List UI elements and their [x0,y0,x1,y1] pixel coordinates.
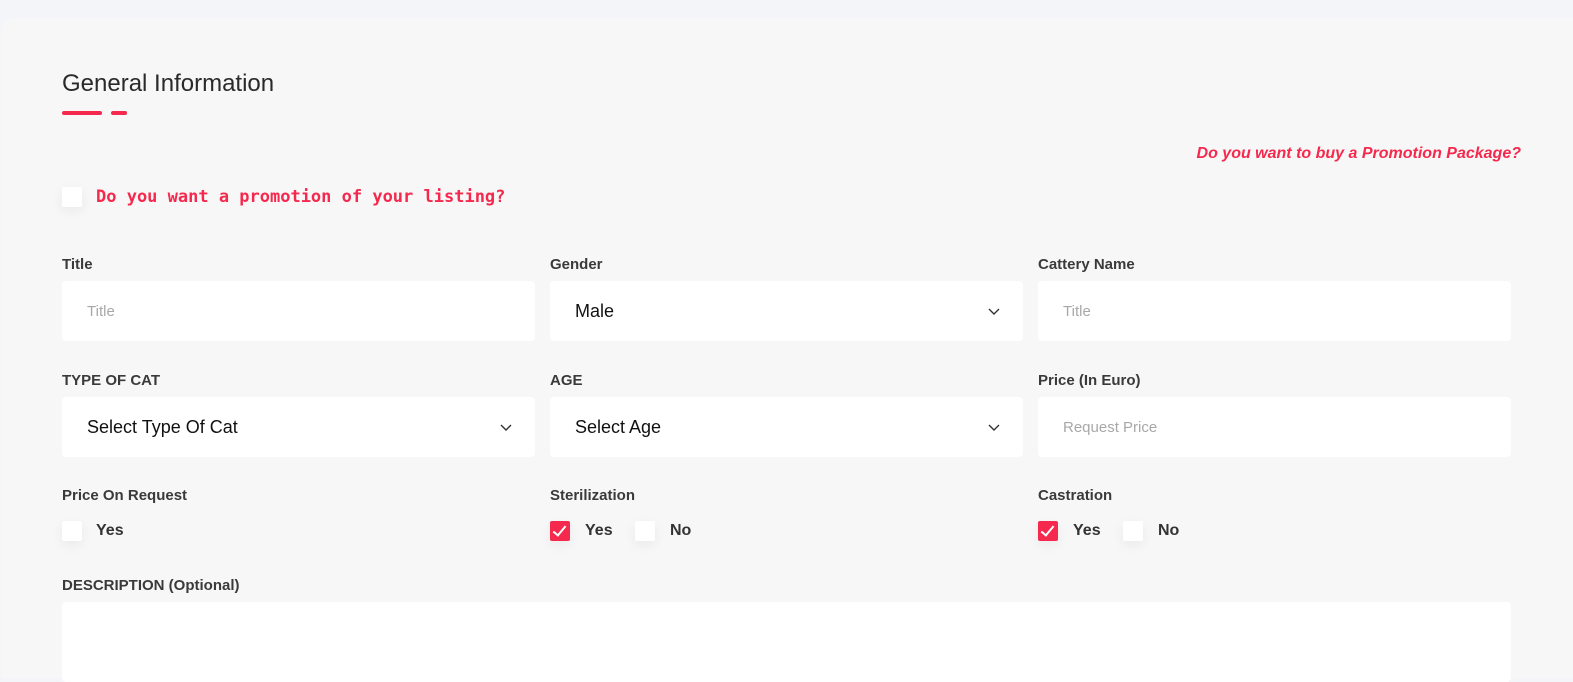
price-input[interactable] [1038,397,1511,457]
age-select-value: Select Age [575,417,662,437]
price-field-container [1038,397,1511,457]
title-input[interactable] [62,281,535,341]
price-on-request-label: Price On Request [62,487,188,504]
promotion-question-label: Do you want a promotion of your listing? [96,187,506,207]
type-of-cat-select[interactable]: Select Type Of Cat [62,397,535,457]
type-of-cat-label: TYPE OF CAT [62,372,161,389]
sterilization-yes-checkbox[interactable] [550,521,570,541]
age-label: AGE [550,372,583,389]
age-select[interactable]: Select Age [550,397,1023,457]
description-textarea[interactable] [62,602,1511,682]
sterilization-label: Sterilization [550,487,636,504]
price-on-request-yes-checkbox[interactable] [62,521,82,541]
general-information-card: General Information Do you want to buy a… [2,18,1573,682]
gender-select[interactable]: Male [550,281,1023,341]
cattery-name-label: Cattery Name [1038,256,1135,273]
buy-promotion-package-link[interactable]: Do you want to buy a Promotion Package? [1197,145,1521,163]
castration-label: Castration [1038,487,1113,504]
sterilization-no-label: No [670,522,692,539]
castration-no-label: No [1158,522,1180,539]
underline-short-bar [111,111,127,115]
chevron-down-icon [988,308,1000,315]
price-label: Price (In Euro) [1038,372,1141,389]
gender-select-value: Male [575,301,615,321]
promotion-checkbox[interactable] [62,187,82,207]
cattery-field-container [1038,281,1511,341]
title-label: Title [62,256,93,273]
underline-long-bar [62,111,102,115]
castration-yes-checkbox[interactable] [1038,521,1058,541]
section-title: General Information [62,70,275,97]
sterilization-no-checkbox[interactable] [635,521,655,541]
gender-label: Gender [550,256,603,273]
chevron-down-icon [988,424,1000,431]
cattery-name-input[interactable] [1038,281,1511,341]
chevron-down-icon [500,424,512,431]
type-of-cat-select-value: Select Type Of Cat [87,417,238,437]
title-field-container [62,281,535,341]
description-label: DESCRIPTION (Optional) [62,577,240,594]
price-on-request-yes-label: Yes [96,522,124,539]
sterilization-yes-label: Yes [585,522,613,539]
castration-no-checkbox[interactable] [1123,521,1143,541]
castration-yes-label: Yes [1073,522,1101,539]
